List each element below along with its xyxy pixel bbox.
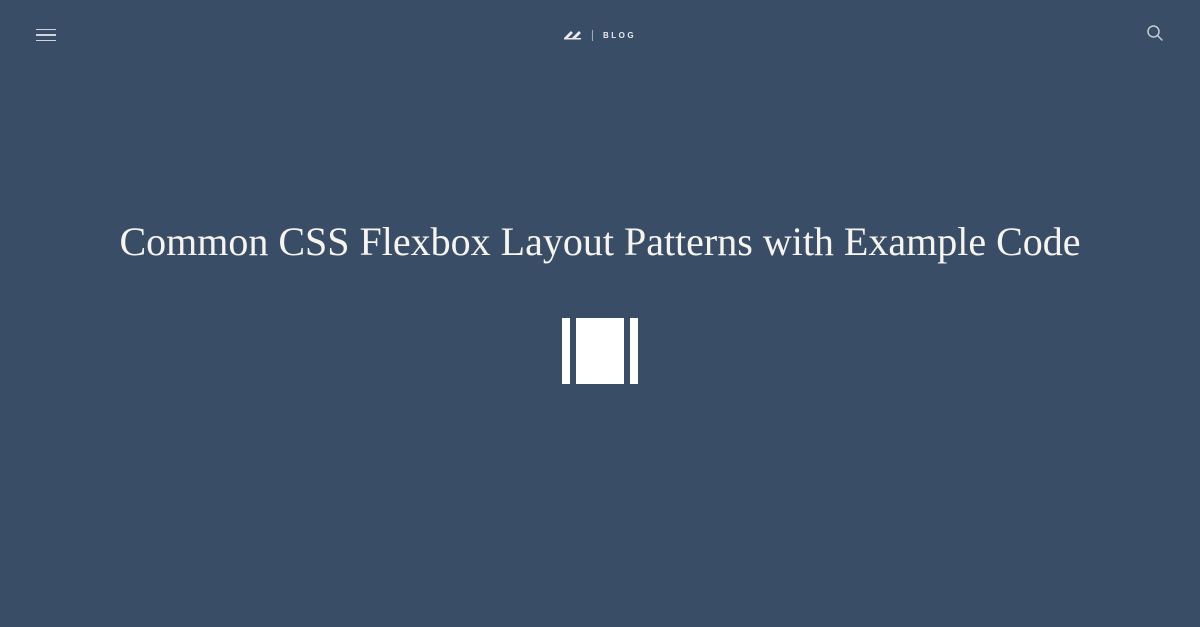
hamburger-icon <box>36 40 56 42</box>
page-title: Common CSS Flexbox Layout Patterns with … <box>0 218 1200 266</box>
flex-bar <box>630 318 638 384</box>
hero-content: Common CSS Flexbox Layout Patterns with … <box>0 218 1200 384</box>
site-logo[interactable]: BLOG <box>564 30 636 41</box>
logo-mark-icon <box>564 30 582 40</box>
search-icon <box>1146 24 1164 42</box>
flex-bar <box>562 318 570 384</box>
menu-button[interactable] <box>32 25 60 46</box>
logo-divider <box>592 30 593 41</box>
hamburger-icon <box>36 29 56 31</box>
flex-bar <box>576 318 624 384</box>
logo-text: BLOG <box>603 31 636 40</box>
header: BLOG <box>0 0 1200 70</box>
hamburger-icon <box>36 34 56 36</box>
search-button[interactable] <box>1142 20 1168 51</box>
flexbox-illustration <box>0 318 1200 384</box>
